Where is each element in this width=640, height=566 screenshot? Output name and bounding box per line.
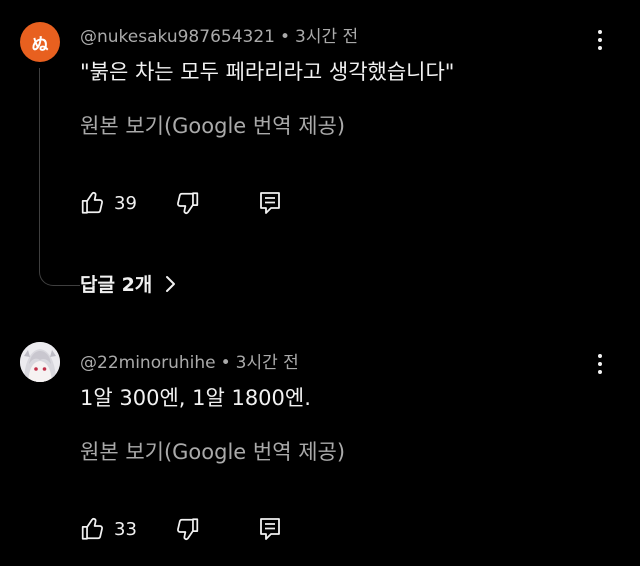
avatar[interactable]: ぬ — [20, 22, 60, 62]
avatar-initial: ぬ — [31, 34, 49, 55]
dislike-button[interactable] — [174, 514, 200, 544]
anime-character-avatar-icon — [20, 342, 60, 382]
dislike-button[interactable] — [174, 188, 200, 218]
reply-button[interactable] — [258, 188, 282, 218]
thread-connector-line — [39, 68, 80, 286]
thumb-down-icon — [177, 192, 199, 214]
more-options-button[interactable] — [590, 350, 610, 378]
author-handle[interactable]: @nukesaku987654321 — [80, 27, 275, 47]
view-replies-button[interactable]: 답글 2개 — [80, 270, 176, 297]
more-vert-icon — [598, 30, 602, 34]
like-button[interactable]: 33 — [80, 514, 137, 544]
more-vert-icon — [598, 354, 602, 358]
like-count: 39 — [114, 192, 137, 214]
thumb-down-icon — [177, 518, 199, 540]
more-vert-icon-dot — [598, 46, 602, 50]
comment-text: "붉은 차는 모두 페라리라고 생각했습니다" — [80, 60, 455, 84]
more-vert-icon-dot — [598, 38, 602, 42]
see-original-link[interactable]: 원본 보기(Google 번역 제공) — [80, 110, 345, 140]
thumb-up-icon — [81, 518, 103, 540]
chevron-right-icon — [166, 275, 176, 292]
thumb-up-icon — [81, 192, 103, 214]
avatar[interactable] — [20, 342, 60, 382]
more-vert-icon-dot — [598, 362, 602, 366]
more-options-button[interactable] — [590, 26, 610, 54]
like-button[interactable]: 39 — [80, 188, 137, 218]
comment-thread: @22minoruhihe • 3시간 전 1알 300엔, 1알 1800엔. 원… — [0, 330, 640, 566]
see-original-link[interactable]: 원본 보기(Google 번역 제공) — [80, 436, 345, 466]
author-handle[interactable]: @22minoruhihe — [80, 353, 216, 373]
comment-text: 1알 300엔, 1알 1800엔. — [80, 386, 311, 410]
meta-separator: • — [279, 27, 290, 47]
meta-separator: • — [220, 353, 231, 373]
like-count: 33 — [114, 518, 137, 540]
comment-thread: ぬ @nukesaku987654321 • 3시간 전 "붉은 차는 모두 페라리… — [0, 0, 640, 310]
comment-meta: @nukesaku987654321 • 3시간 전 — [80, 22, 358, 47]
reply-comment-icon — [260, 192, 280, 214]
reply-button[interactable] — [258, 514, 282, 544]
reply-comment-icon — [260, 518, 280, 540]
more-vert-icon-dot — [598, 370, 602, 374]
replies-count-label: 답글 2개 — [80, 274, 153, 296]
comment-timestamp[interactable]: 3시간 전 — [236, 353, 299, 373]
comment-meta: @22minoruhihe • 3시간 전 — [80, 348, 299, 373]
comment-timestamp[interactable]: 3시간 전 — [295, 27, 358, 47]
